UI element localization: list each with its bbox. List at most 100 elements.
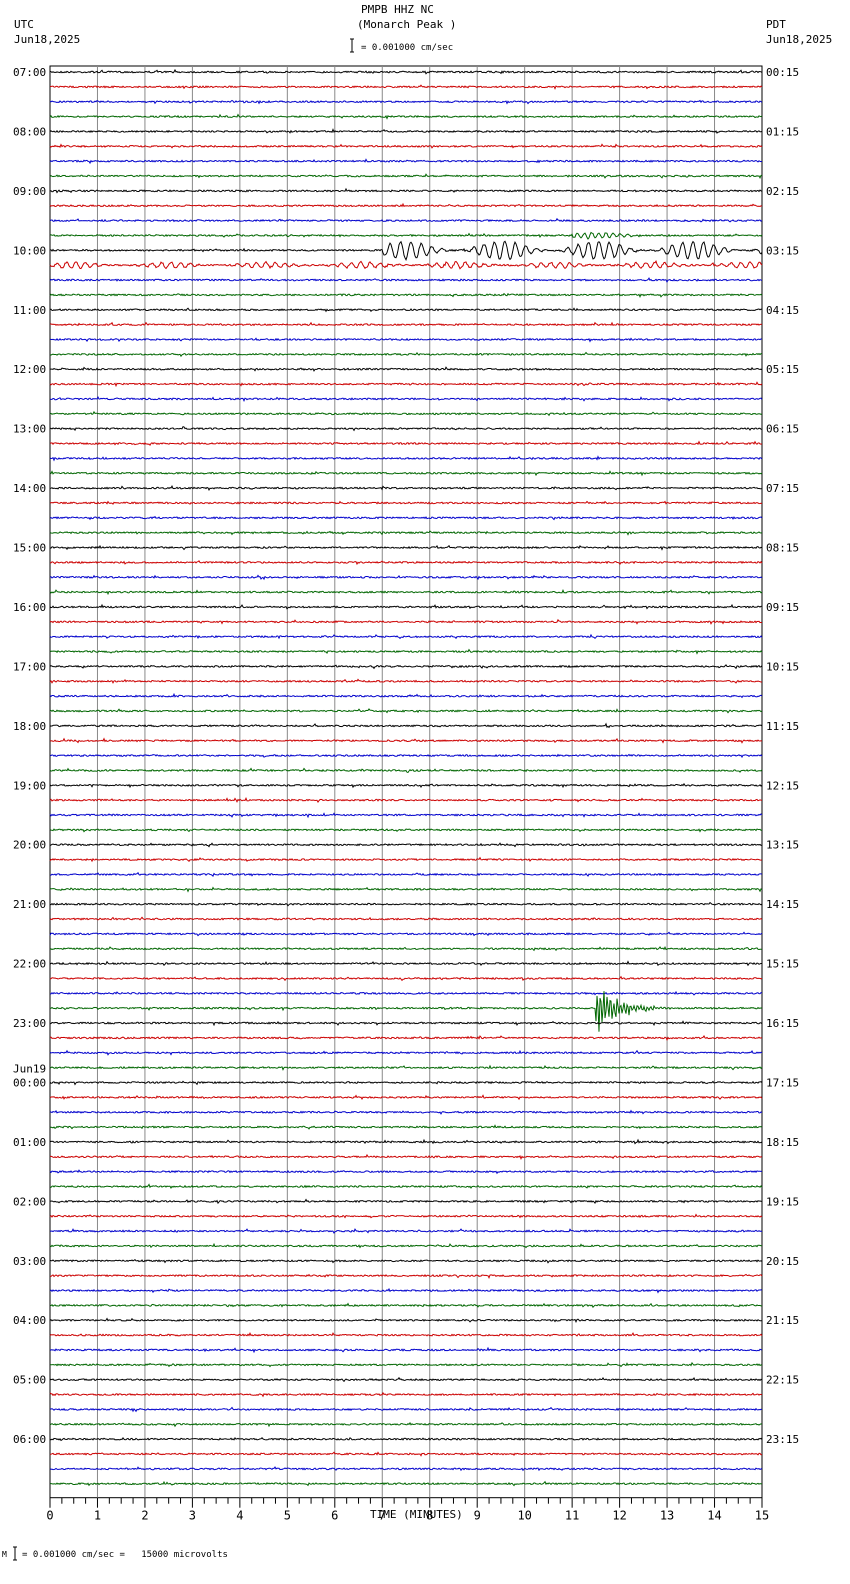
seismic-trace xyxy=(49,292,763,298)
utc-hour-label: 12:00 xyxy=(13,363,46,376)
x-tick-label: 2 xyxy=(141,1509,148,1523)
pdt-hour-label: 08:15 xyxy=(766,542,799,555)
seismic-trace xyxy=(49,187,763,194)
seismic-trace xyxy=(49,1094,763,1101)
seismic-trace xyxy=(49,975,763,982)
seismic-trace xyxy=(49,1287,763,1294)
seismic-trace xyxy=(49,767,763,773)
utc-hour-label: 19:00 xyxy=(13,779,46,792)
seismic-trace xyxy=(49,560,763,566)
utc-hour-label: 18:00 xyxy=(13,720,46,733)
seismic-trace xyxy=(50,440,763,447)
x-tick-label: 12 xyxy=(612,1509,626,1523)
seismic-trace xyxy=(49,1213,763,1219)
seismic-trace xyxy=(49,990,763,996)
x-tick-label: 13 xyxy=(660,1509,674,1523)
seismic-trace xyxy=(49,240,763,261)
seismic-trace xyxy=(49,455,763,462)
utc-hour-label: 16:00 xyxy=(13,601,46,614)
seismic-trace xyxy=(49,381,763,388)
seismic-trace xyxy=(49,574,763,581)
seismic-trace xyxy=(49,128,763,134)
x-tick-label: 3 xyxy=(189,1509,196,1523)
seismic-trace xyxy=(49,1302,763,1309)
seismic-trace xyxy=(49,202,763,208)
pdt-hour-label: 13:15 xyxy=(766,839,799,852)
seismic-trace xyxy=(49,1138,763,1145)
seismic-trace xyxy=(49,158,763,165)
date-change-label: Jun19 xyxy=(13,1062,46,1075)
seismic-trace xyxy=(49,633,763,640)
pdt-hour-label: 14:15 xyxy=(766,898,799,911)
seismic-trace xyxy=(49,1391,763,1398)
seismic-trace xyxy=(49,173,763,179)
plot-frame xyxy=(49,65,763,1499)
pdt-hour-label: 06:15 xyxy=(766,423,799,436)
seismic-trace xyxy=(49,1466,763,1472)
seismic-trace xyxy=(49,931,763,937)
seismic-trace xyxy=(49,1376,763,1383)
seismic-trace xyxy=(49,886,763,893)
seismic-trace xyxy=(49,1064,763,1071)
seismic-trace xyxy=(49,1109,763,1115)
seismic-trace xyxy=(49,321,763,327)
utc-hour-label: 07:00 xyxy=(13,66,46,79)
seismic-trace xyxy=(49,530,763,536)
pdt-hour-label: 22:15 xyxy=(766,1374,799,1387)
pdt-hour-label: 10:15 xyxy=(766,660,799,673)
helicorder-plot: 0 1 2 3 4 5 6 7 8 9 10 11 12 13 14 1507:0008:0009:0010:… xyxy=(13,38,799,1561)
pdt-hour-label: 15:15 xyxy=(766,958,799,971)
pdt-hour-label: 01:15 xyxy=(766,125,799,138)
seismic-trace xyxy=(50,991,763,1032)
seismic-trace xyxy=(49,1169,763,1175)
seismic-trace xyxy=(49,1406,763,1413)
x-tick-label: 4 xyxy=(236,1509,243,1523)
seismic-trace xyxy=(49,1273,763,1279)
x-tick-label: 11 xyxy=(565,1509,579,1523)
seismic-trace xyxy=(49,1451,763,1457)
seismic-trace xyxy=(49,1228,763,1234)
seismic-trace xyxy=(49,828,763,833)
seismic-trace xyxy=(49,470,763,477)
x-tick-label: 15 xyxy=(755,1509,769,1523)
seismic-trace xyxy=(49,603,763,610)
seismic-trace xyxy=(49,231,763,240)
seismic-trace xyxy=(49,664,763,670)
x-tick-label: 1 xyxy=(94,1509,101,1523)
utc-hour-label: 11:00 xyxy=(13,304,46,317)
pdt-hour-label: 21:15 xyxy=(766,1314,799,1327)
seismic-trace xyxy=(49,1183,763,1189)
utc-hour-label: 01:00 xyxy=(13,1136,46,1149)
pdt-hour-label: 03:15 xyxy=(766,244,799,257)
utc-hour-label: 21:00 xyxy=(13,898,46,911)
utc-hour-label: 03:00 xyxy=(13,1255,46,1268)
seismic-trace xyxy=(49,426,763,432)
seismic-trace xyxy=(49,1080,763,1086)
pdt-hour-label: 05:15 xyxy=(766,363,799,376)
utc-hour-label: 20:00 xyxy=(13,839,46,852)
seismic-trace xyxy=(49,1346,763,1354)
x-tick-label: 10 xyxy=(517,1509,531,1523)
utc-hour-label: 05:00 xyxy=(13,1374,46,1387)
x-tick-label: 5 xyxy=(284,1509,291,1523)
footer-scale-bar-icon xyxy=(13,1546,17,1561)
seismic-trace xyxy=(49,1259,763,1264)
seismic-trace xyxy=(49,1198,763,1205)
utc-hour-label: 08:00 xyxy=(13,125,46,138)
seismic-trace xyxy=(49,260,763,270)
seismic-trace xyxy=(49,737,763,744)
pdt-hour-label: 00:15 xyxy=(766,66,799,79)
seismic-trace xyxy=(49,588,763,596)
pdt-hour-label: 11:15 xyxy=(766,720,799,733)
seismic-trace xyxy=(50,366,763,372)
seismic-trace xyxy=(49,143,763,149)
seismic-trace xyxy=(49,396,763,402)
seismic-trace xyxy=(49,277,763,283)
seismic-trace xyxy=(49,500,763,505)
pdt-hour-label: 18:15 xyxy=(766,1136,799,1149)
pdt-hour-label: 04:15 xyxy=(766,304,799,317)
seismic-trace xyxy=(49,797,763,804)
x-tick-label: 7 xyxy=(379,1509,386,1523)
seismic-trace xyxy=(50,84,763,90)
utc-hour-label: 22:00 xyxy=(13,958,46,971)
